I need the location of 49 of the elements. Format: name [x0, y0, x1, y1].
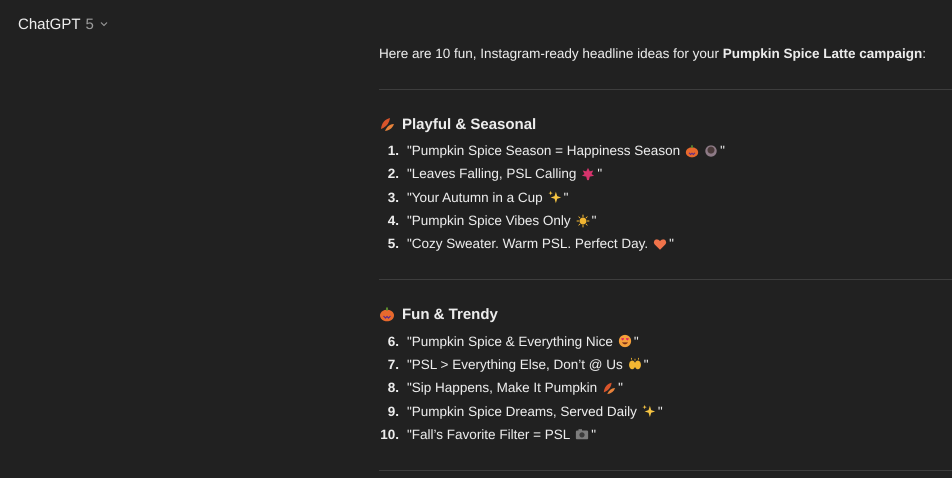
closing-quote: " — [634, 334, 639, 349]
section-heading: Playful & Seasonal — [402, 116, 536, 132]
closing-quote: " — [618, 380, 623, 396]
closing-quote: " — [597, 166, 602, 182]
headline-text: "Leaves Falling, PSL Calling — [407, 166, 576, 182]
pumpkin-icon — [685, 144, 700, 158]
closing-quote: " — [564, 190, 568, 205]
camera-icon — [575, 427, 590, 442]
list-number: 10. — [379, 426, 399, 442]
headline-text: "Your Autumn in a Cup — [407, 190, 543, 205]
model-title[interactable]: ChatGPT — [18, 16, 81, 32]
cup-icon — [704, 144, 718, 158]
list-number: 2. — [386, 166, 399, 182]
chevron-down-icon[interactable] — [98, 19, 109, 29]
list-number: 1. — [386, 143, 399, 158]
sun-icon — [576, 214, 590, 228]
headline-text: "Pumpkin Spice Dreams, Served Daily — [407, 404, 637, 419]
list-number: 6. — [386, 334, 399, 349]
headline-text: "Pumpkin Spice Vibes Only — [407, 213, 571, 228]
headline-text: "Fall’s Favorite Filter = PSL — [407, 426, 570, 442]
headline-text: "Pumpkin Spice & Everything Nice — [407, 334, 613, 349]
intro-paragraph: Here are 10 fun, Instagram-ready headline ideas for your Pumpkin Spice Latte campaign: — [379, 45, 928, 63]
list-number: 3. — [386, 190, 399, 205]
maple-leaf-icon — [581, 166, 596, 181]
sparkles-icon — [642, 404, 656, 418]
list-number: 4. — [386, 213, 399, 228]
heart-icon — [653, 236, 668, 251]
leaves-icon — [602, 380, 616, 395]
closing-quote: " — [669, 236, 674, 252]
closing-quote: " — [644, 356, 649, 372]
closing-quote: " — [591, 426, 596, 442]
closing-quote: " — [658, 404, 663, 419]
section-heading: Fun & Trendy — [402, 306, 498, 323]
list-number: 9. — [386, 404, 399, 419]
closing-quote: " — [592, 213, 596, 228]
list-number: 8. — [386, 380, 399, 396]
pumpkin-icon — [379, 306, 395, 322]
headline-text: "Cozy Sweater. Warm PSL. Perfect Day. — [407, 236, 648, 252]
headline-text: "PSL > Everything Else, Don’t @ Us — [407, 356, 623, 372]
headline-text: "Pumpkin Spice Season = Happiness Season — [407, 143, 680, 158]
model-version[interactable]: 5 — [86, 16, 94, 32]
closing-quote: " — [720, 143, 725, 158]
headline-text: "Sip Happens, Make It Pumpkin — [407, 380, 598, 396]
hands-icon — [628, 357, 642, 372]
list-number: 5. — [386, 236, 399, 252]
smiley-icon — [618, 334, 632, 348]
list-number: 7. — [386, 356, 399, 372]
sparkles-icon — [548, 190, 562, 204]
leaves-icon — [379, 116, 395, 132]
